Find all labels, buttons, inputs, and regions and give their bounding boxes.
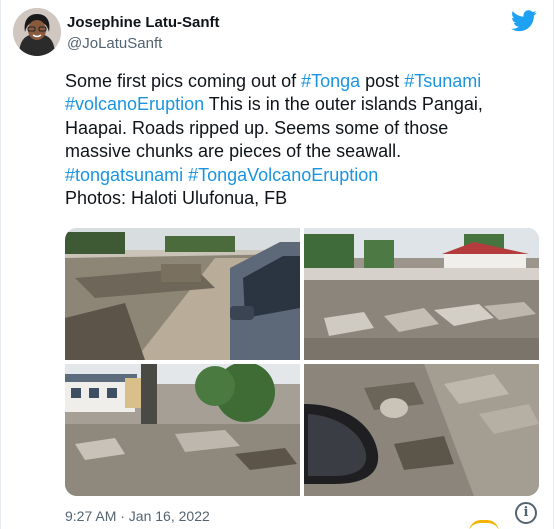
tweet-timestamp[interactable]: 9:27 AM · Jan 16, 2022 (65, 508, 210, 524)
author-name[interactable]: Josephine Latu-Sanft (67, 14, 220, 31)
hashtag-tongatsunami[interactable]: #tongatsunami (65, 165, 183, 185)
twitter-bird-icon[interactable] (511, 10, 537, 32)
tweet-text-segment: Haapai. Roads ripped up. Seems some of t… (65, 117, 449, 138)
photo-credit: Photos: Haloti Ulufonua, FB (65, 188, 288, 209)
tweet-text-segment: Some first pics coming out of (65, 71, 302, 91)
tweet-text-segment: massive chunks are pieces of the seawall… (65, 141, 402, 162)
partial-icon (469, 520, 499, 529)
hashtag-volcano-eruption[interactable]: #volcanoEruption (65, 94, 204, 114)
photo-broken-road-car-mirror[interactable] (304, 364, 539, 496)
tweet-text: Some first pics coming out of #Tonga pos… (65, 70, 545, 210)
photo-house-and-debris[interactable] (65, 364, 300, 496)
tweet-card: Josephine Latu-Sanft @JoLatuSanft Some f… (0, 0, 554, 529)
media-grid (65, 228, 539, 496)
hashtag-tsunami[interactable]: #Tsunami (404, 71, 481, 91)
photo-seawall-chunks[interactable] (304, 228, 539, 360)
tweet-text-segment: post (360, 71, 405, 91)
author-avatar[interactable] (13, 8, 61, 56)
hashtag-tonga-volcano-eruption[interactable]: #TongaVolcanoEruption (188, 165, 378, 185)
photo-road-and-car[interactable] (65, 228, 300, 360)
info-icon[interactable]: i (515, 502, 537, 524)
tweet-text-segment: This is in the outer islands Pangai, (204, 94, 483, 115)
hashtag-tonga[interactable]: #Tonga (301, 71, 360, 91)
author-handle[interactable]: @JoLatuSanft (67, 35, 162, 52)
